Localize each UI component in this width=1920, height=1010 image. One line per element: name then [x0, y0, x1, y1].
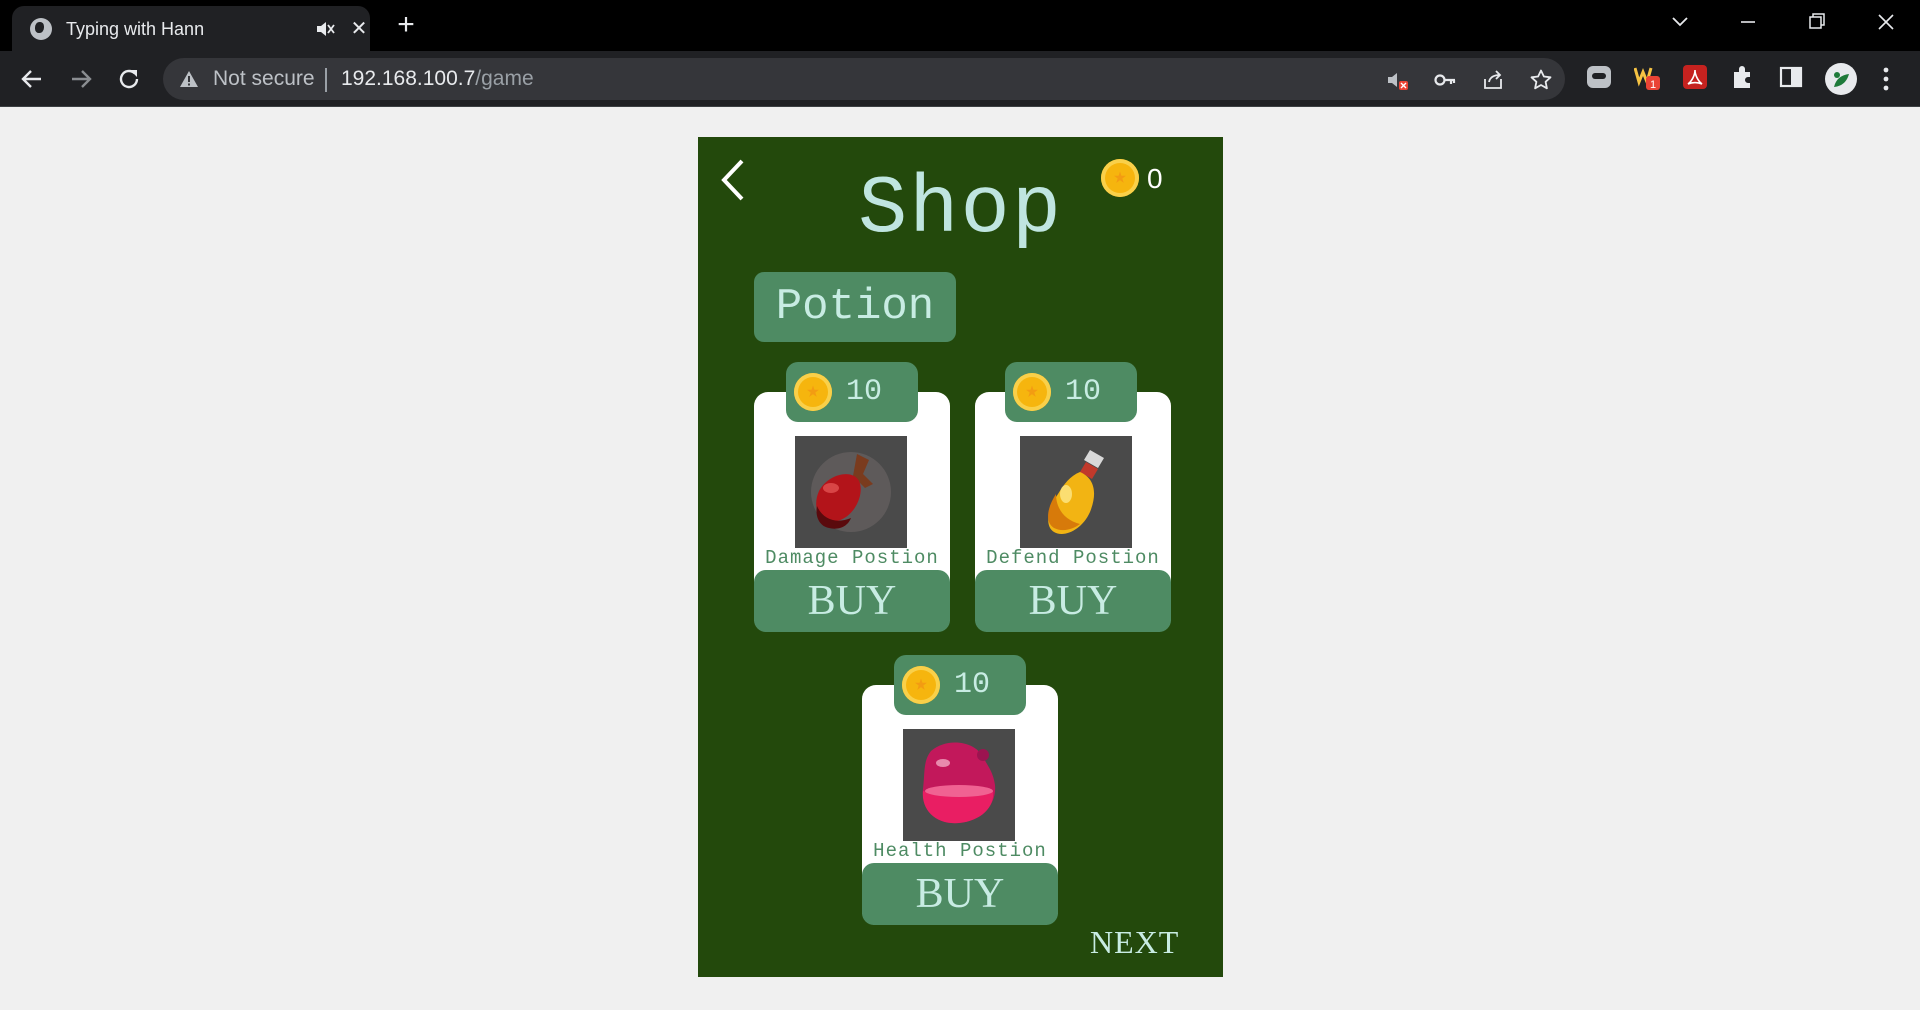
- minimize-icon[interactable]: [1728, 6, 1768, 38]
- coin-icon: [1013, 373, 1051, 411]
- toolbar-divider: [0, 106, 1920, 107]
- item-name: Damage Postion: [765, 547, 939, 569]
- price-tag: 10: [1005, 362, 1137, 422]
- security-label[interactable]: Not secure: [213, 67, 315, 91]
- new-tab-icon[interactable]: +: [392, 10, 420, 40]
- item-price: 10: [954, 668, 991, 702]
- browser-toolbar: Not secure 192.168.100.7/game 1: [0, 51, 1920, 106]
- page-title: Shop: [858, 163, 1063, 256]
- health-potion-icon: [903, 729, 1015, 841]
- price-tag: 10: [894, 655, 1026, 715]
- forward-arrow-icon[interactable]: [66, 64, 96, 94]
- profile-avatar[interactable]: [1825, 63, 1857, 95]
- muted-speaker-icon[interactable]: [315, 19, 335, 39]
- warning-icon[interactable]: [179, 70, 199, 88]
- pdf-extension-icon[interactable]: [1682, 64, 1708, 90]
- key-icon[interactable]: [1433, 68, 1457, 92]
- tab-search-icon[interactable]: [1660, 6, 1700, 38]
- url-host: 192.168.100.7: [341, 67, 476, 90]
- extension-badge: 1: [1650, 79, 1656, 90]
- buy-button[interactable]: BUY: [862, 863, 1058, 925]
- chat-extension-icon[interactable]: [1586, 64, 1612, 90]
- url-path: /game: [475, 67, 534, 90]
- item-image: [903, 729, 1015, 841]
- omnibox-divider: [325, 68, 327, 92]
- coin-balance-value: 0: [1147, 163, 1163, 194]
- shop-item-card: Damage Postion BUY: [754, 392, 950, 632]
- item-name: Health Postion: [873, 840, 1047, 862]
- back-arrow-icon[interactable]: [17, 64, 47, 94]
- close-window-icon[interactable]: [1866, 6, 1906, 38]
- coin-icon: [1101, 159, 1139, 197]
- game-shop-screen: Shop 0 Potion Damage Postion BUY 10: [698, 137, 1223, 977]
- side-panel-icon[interactable]: [1778, 64, 1804, 90]
- url-text[interactable]: 192.168.100.7/game: [341, 67, 534, 91]
- coin-icon: [794, 373, 832, 411]
- item-price: 10: [846, 375, 883, 409]
- buy-button[interactable]: BUY: [754, 570, 950, 632]
- buy-button[interactable]: BUY: [975, 570, 1171, 632]
- puzzle-extensions-icon[interactable]: [1730, 64, 1756, 90]
- restore-icon[interactable]: [1796, 6, 1836, 38]
- item-image: [795, 436, 907, 548]
- reload-icon[interactable]: [114, 64, 144, 94]
- tab-potion[interactable]: Potion: [754, 272, 956, 342]
- share-icon[interactable]: [1481, 68, 1505, 92]
- close-tab-icon[interactable]: ✕: [348, 18, 370, 40]
- browser-tab[interactable]: Typing with Hann ✕: [12, 6, 370, 51]
- bookmark-star-icon[interactable]: [1529, 68, 1553, 92]
- price-tag: 10: [786, 362, 918, 422]
- sound-blocked-icon[interactable]: [1385, 68, 1409, 92]
- browser-titlebar: Typing with Hann ✕ +: [0, 0, 1920, 51]
- item-price: 10: [1065, 375, 1102, 409]
- item-image: [1020, 436, 1132, 548]
- kebab-menu-icon[interactable]: [1876, 65, 1896, 93]
- item-name: Defend Postion: [986, 547, 1160, 569]
- shop-item-card: Defend Postion BUY: [975, 392, 1171, 632]
- profile-leaf-icon: [1834, 72, 1849, 87]
- shop-item-card: Health Postion BUY: [862, 685, 1058, 925]
- defend-potion-icon: [1020, 436, 1132, 548]
- coin-icon: [902, 666, 940, 704]
- damage-potion-icon: [795, 436, 907, 548]
- globe-icon: [30, 18, 52, 40]
- address-bar[interactable]: Not secure 192.168.100.7/game: [163, 58, 1565, 100]
- extension-w-icon[interactable]: 1: [1634, 64, 1660, 90]
- tab-title: Typing with Hann: [66, 19, 205, 39]
- next-button[interactable]: NEXT: [1090, 924, 1179, 961]
